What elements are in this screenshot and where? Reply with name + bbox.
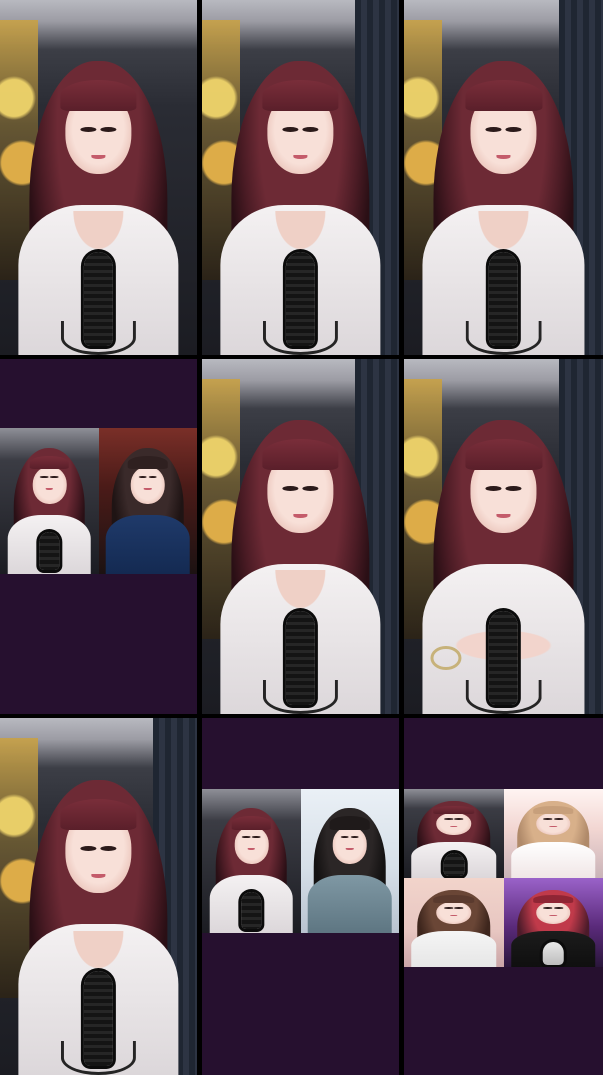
microphone-stand xyxy=(465,679,542,714)
shirt xyxy=(308,874,392,933)
face xyxy=(436,901,471,925)
mouth xyxy=(91,155,106,160)
video-tile-r1c1[interactable] xyxy=(0,0,197,355)
video-tile-r1c2[interactable] xyxy=(202,0,399,355)
microphone-stand xyxy=(263,679,338,714)
eye-left xyxy=(340,836,349,839)
shirt xyxy=(511,841,596,878)
video-tile-r2c1[interactable] xyxy=(0,359,197,714)
bangs xyxy=(60,80,137,112)
bangs xyxy=(465,80,542,112)
bangs xyxy=(29,455,70,470)
shirt xyxy=(106,514,190,574)
bangs xyxy=(433,894,474,904)
pk-tile-left xyxy=(202,789,301,933)
mouth xyxy=(293,514,308,519)
bangs xyxy=(262,80,339,112)
microphone-icon xyxy=(443,852,465,876)
livestream-scene xyxy=(202,0,399,355)
guest-streamer xyxy=(302,801,397,933)
guest-tile-bottom-right xyxy=(503,878,603,967)
mouth xyxy=(449,914,458,916)
video-tile-r1c3[interactable] xyxy=(404,0,603,355)
microphone-icon xyxy=(240,891,262,930)
streamer xyxy=(204,801,299,933)
guest-streamer xyxy=(505,796,601,878)
bangs xyxy=(231,816,272,830)
bangs xyxy=(533,894,574,904)
bangs xyxy=(465,439,542,471)
streamer xyxy=(412,402,595,714)
pk-tile-left xyxy=(0,428,99,574)
eye-right xyxy=(252,836,261,839)
streamer xyxy=(412,43,595,355)
mouth xyxy=(549,914,558,916)
video-grid xyxy=(0,0,603,1075)
bangs xyxy=(329,816,370,830)
mouth xyxy=(549,825,558,827)
mouth xyxy=(449,825,458,827)
face xyxy=(436,812,471,836)
microphone-icon xyxy=(38,532,60,570)
neckline xyxy=(474,211,533,256)
video-tile-r2c3[interactable] xyxy=(404,359,603,714)
bangs xyxy=(127,455,168,470)
microphone-icon xyxy=(542,941,564,965)
video-tile-r3c2[interactable] xyxy=(202,718,399,1075)
video-tile-r2c2[interactable] xyxy=(202,359,399,714)
streamer xyxy=(8,43,189,355)
guest-tile-bottom-left xyxy=(404,878,504,967)
eye-right xyxy=(350,836,360,839)
bangs xyxy=(60,798,137,830)
neckline xyxy=(69,930,128,975)
neckline xyxy=(271,570,330,615)
streamer xyxy=(2,440,97,574)
mouth xyxy=(247,848,256,851)
livestream-scene xyxy=(0,718,197,1075)
guest-tile-top-left xyxy=(404,789,504,878)
pk-panel xyxy=(202,789,399,933)
guest-streamer xyxy=(505,885,601,967)
eye-right xyxy=(100,845,117,851)
microphone-stand xyxy=(465,320,542,355)
guest-streamer xyxy=(100,440,195,574)
neckline xyxy=(69,211,128,256)
face xyxy=(332,827,367,865)
streamer xyxy=(8,761,189,1075)
pk-tile-right xyxy=(98,428,197,574)
bangs xyxy=(262,439,339,471)
mouth xyxy=(293,155,308,160)
face xyxy=(536,901,571,925)
livestream-scene xyxy=(0,0,197,355)
mouth xyxy=(345,848,354,851)
video-tile-r3c1[interactable] xyxy=(0,718,197,1075)
multi-guest-panel xyxy=(404,789,603,967)
guest-tile-top-right xyxy=(503,789,603,878)
eye-left xyxy=(241,836,251,839)
bangs xyxy=(433,805,474,815)
guest-streamer xyxy=(406,885,502,967)
microphone-stand xyxy=(61,320,136,355)
mouth xyxy=(496,155,511,160)
eye-left xyxy=(80,845,97,851)
mouth xyxy=(496,514,511,519)
streamer xyxy=(210,43,391,355)
pk-panel xyxy=(0,428,197,574)
streamer xyxy=(210,402,391,714)
face xyxy=(234,827,269,865)
face xyxy=(536,812,571,836)
shirt xyxy=(411,930,496,967)
pk-tile-right xyxy=(300,789,399,933)
bracelet xyxy=(430,645,462,671)
livestream-scene xyxy=(404,359,603,714)
streamer xyxy=(406,796,502,878)
livestream-scene xyxy=(404,0,603,355)
video-tile-r3c3[interactable] xyxy=(404,718,603,1075)
microphone-stand xyxy=(263,320,338,355)
neckline xyxy=(271,211,330,256)
bangs xyxy=(533,805,574,815)
livestream-scene xyxy=(202,359,399,714)
